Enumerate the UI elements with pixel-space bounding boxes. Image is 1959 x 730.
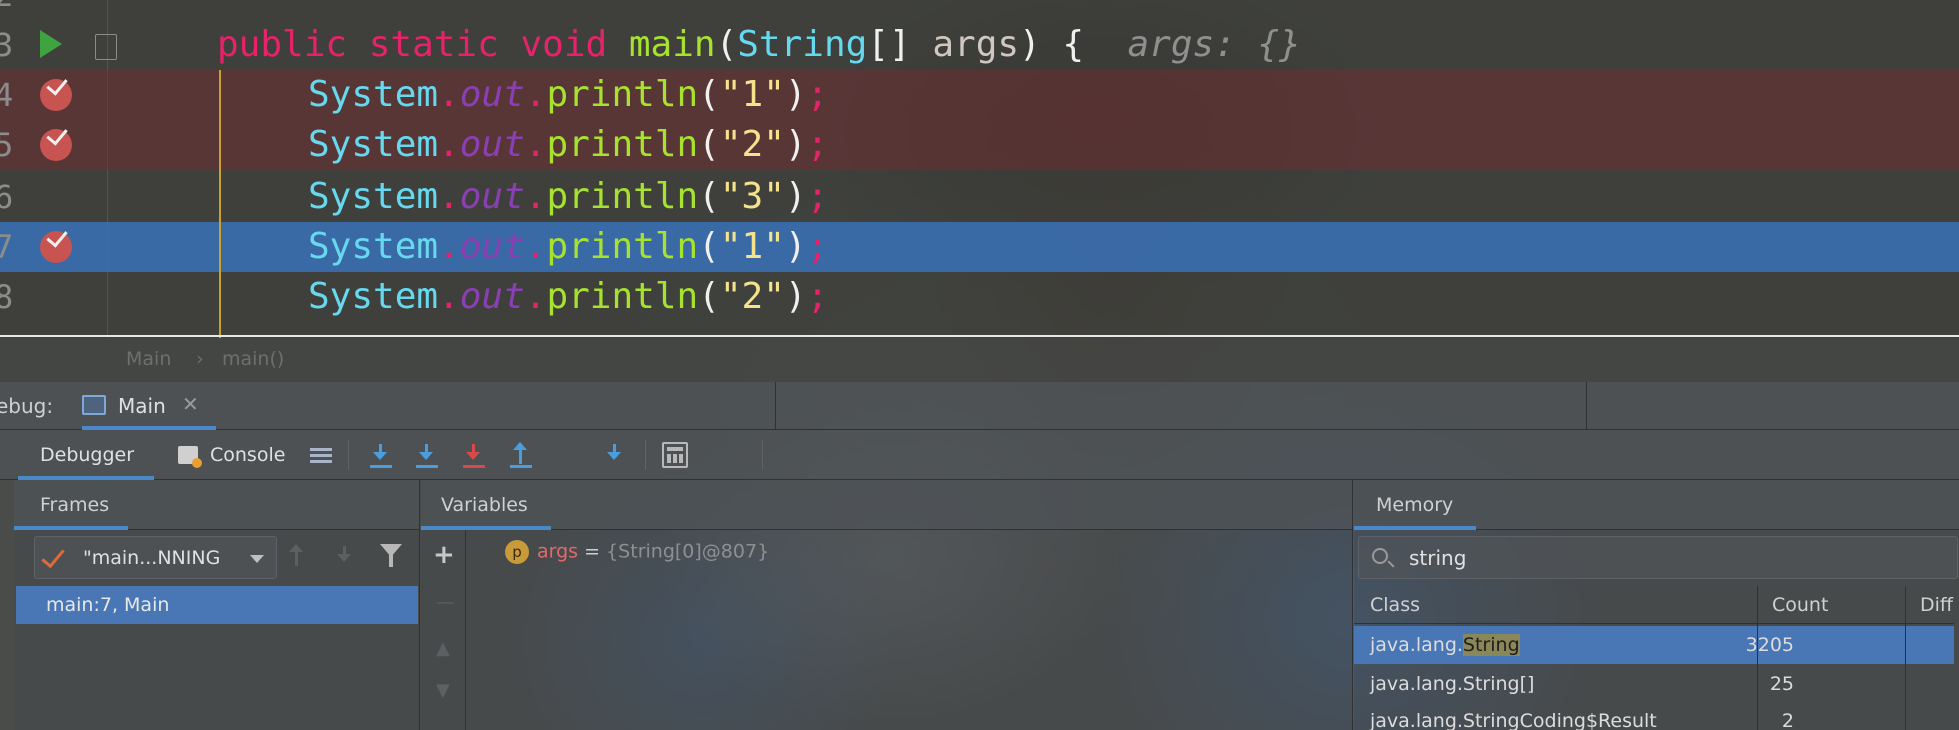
memory-search[interactable] bbox=[1358, 536, 1958, 579]
column-class[interactable]: Class bbox=[1370, 594, 1420, 616]
console-icon bbox=[178, 446, 202, 468]
run-config-icon bbox=[82, 395, 106, 415]
line-number: 8 bbox=[0, 278, 14, 316]
close-icon[interactable]: ✕ bbox=[182, 392, 199, 416]
variable-value: {String[0]@807} bbox=[606, 540, 770, 563]
tab-memory[interactable]: Memory bbox=[1354, 480, 1476, 530]
search-match: String bbox=[1462, 634, 1520, 656]
move-up-icon[interactable]: ▲ bbox=[436, 638, 450, 659]
run-gutter-icon[interactable] bbox=[40, 30, 62, 58]
line-number: 7 bbox=[0, 228, 14, 266]
code-line-5[interactable]: 5 System.out.println("2"); bbox=[0, 120, 1959, 170]
breadcrumb-item-method[interactable]: main() bbox=[222, 348, 284, 370]
trace-icon[interactable] bbox=[709, 442, 735, 468]
force-step-into-icon[interactable] bbox=[461, 442, 487, 468]
breadcrumb-item-main[interactable]: Main bbox=[126, 348, 171, 370]
previous-frame-icon[interactable] bbox=[284, 544, 310, 570]
add-watch-button[interactable]: + bbox=[433, 540, 455, 570]
code-line-2[interactable]: 2 bbox=[0, 0, 1959, 20]
code-editor[interactable]: 2 3 public static void main(String[] arg… bbox=[0, 0, 1959, 338]
search-icon bbox=[1372, 548, 1388, 564]
check-icon bbox=[41, 543, 65, 569]
header-divider bbox=[1586, 382, 1587, 430]
move-down-icon[interactable]: ▼ bbox=[436, 680, 450, 701]
frame-row[interactable]: main:7, Main bbox=[16, 586, 418, 624]
tab-debugger[interactable]: Debugger bbox=[18, 430, 154, 480]
layout-list-icon[interactable] bbox=[308, 442, 334, 468]
debug-toolbar: Debugger Console bbox=[0, 430, 1959, 480]
tab-frames[interactable]: Frames bbox=[14, 480, 128, 530]
next-frame-icon[interactable] bbox=[332, 544, 358, 570]
step-into-icon[interactable] bbox=[414, 442, 440, 468]
drop-frame-icon[interactable] bbox=[555, 442, 581, 468]
variables-panel: Variables + — ▲ ▼ p args = {String[0]@807… bbox=[421, 480, 1353, 730]
evaluate-expression-icon[interactable] bbox=[662, 442, 688, 468]
memory-table-header: Class Count Diff bbox=[1354, 586, 1954, 624]
column-count[interactable]: Count bbox=[1772, 594, 1828, 616]
debug-tool-window-header: ebug: Main ✕ bbox=[0, 382, 1959, 430]
table-row[interactable]: java.lang.StringCoding$Result 2 bbox=[1354, 702, 1954, 730]
indent-guide bbox=[219, 70, 221, 338]
breadcrumb: Main › main() bbox=[0, 338, 1959, 382]
line-number: 4 bbox=[0, 76, 14, 114]
run-tab-main[interactable]: Main ✕ bbox=[82, 382, 216, 430]
memory-search-input[interactable] bbox=[1409, 545, 1909, 571]
chevron-down-icon bbox=[250, 555, 264, 563]
code-line-8[interactable]: 8 System.out.println("2"); bbox=[0, 272, 1959, 322]
breakpoint-icon[interactable] bbox=[40, 231, 72, 263]
debug-label: ebug: bbox=[0, 394, 54, 418]
fold-icon[interactable] bbox=[95, 34, 117, 60]
run-tab-label: Main bbox=[118, 394, 166, 418]
code-line-7-current[interactable]: 7 System.out.println("1"); bbox=[0, 222, 1959, 272]
tab-variables[interactable]: Variables bbox=[421, 480, 551, 530]
breakpoint-icon[interactable] bbox=[40, 79, 72, 111]
column-diff[interactable]: Diff bbox=[1920, 594, 1953, 616]
variable-name: args bbox=[537, 540, 579, 563]
variable-row[interactable]: p args = {String[0]@807} bbox=[505, 540, 769, 564]
tab-console[interactable]: Console bbox=[178, 430, 288, 480]
line-number: 5 bbox=[0, 126, 14, 164]
variables-side-toolbar: + — ▲ ▼ bbox=[421, 530, 466, 730]
editor-divider bbox=[0, 335, 1959, 337]
parameter-icon: p bbox=[505, 540, 529, 564]
method-signature: public static void main(String[] args) {… bbox=[217, 24, 1301, 65]
code-line-6[interactable]: 6 System.out.println("3"); bbox=[0, 172, 1959, 222]
inline-debug-hint: args: {} bbox=[1127, 24, 1301, 65]
filter-icon[interactable] bbox=[380, 544, 402, 567]
run-to-cursor-icon[interactable] bbox=[602, 442, 628, 468]
step-out-icon[interactable] bbox=[508, 442, 534, 468]
line-number: 2 bbox=[0, 0, 24, 20]
table-row[interactable]: java.lang.String[] 25 bbox=[1354, 665, 1954, 703]
code-line-4[interactable]: 4 System.out.println("1"); bbox=[0, 70, 1959, 120]
frames-panel: Frames "main...NNING main:7, Main bbox=[14, 480, 420, 730]
step-over-icon[interactable] bbox=[368, 442, 394, 468]
memory-panel: Memory Class Count Diff java.lang.String… bbox=[1354, 480, 1959, 730]
code-line-3[interactable]: 3 public static void main(String[] args)… bbox=[0, 20, 1959, 70]
table-row[interactable]: java.lang.String 3205 bbox=[1354, 626, 1954, 664]
thread-selector[interactable]: "main...NNING bbox=[34, 536, 277, 579]
remove-watch-icon[interactable]: — bbox=[436, 592, 454, 613]
line-number: 3 bbox=[0, 26, 14, 64]
breadcrumb-separator: › bbox=[196, 348, 204, 370]
line-number: 6 bbox=[0, 178, 14, 216]
header-divider bbox=[775, 382, 776, 430]
breakpoint-icon[interactable] bbox=[40, 129, 72, 161]
